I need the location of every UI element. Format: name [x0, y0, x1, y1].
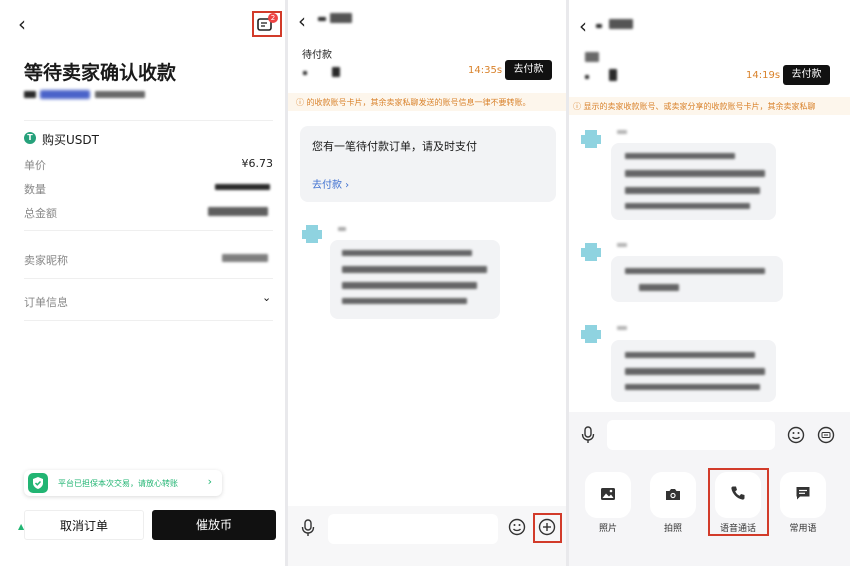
message-bubble — [330, 240, 500, 319]
urge-release-button[interactable]: 催放币 — [152, 510, 276, 540]
coin-label: 购买USDT — [42, 133, 99, 147]
message-input[interactable] — [328, 514, 498, 544]
cancel-order-button[interactable]: 取消订单 — [24, 510, 144, 540]
keyboard-icon[interactable] — [817, 426, 835, 448]
status-label: 待付款 — [302, 50, 332, 61]
order-info-label: 订单信息 — [24, 296, 68, 309]
warning-text: ⓘ 显示的卖家收款账号、或卖家分享的收款账号卡片，其余卖家私聊 — [573, 102, 816, 111]
pay-button[interactable]: 去付款 — [505, 60, 552, 80]
back-arrow-icon[interactable]: ‹ — [18, 14, 26, 34]
pay-button[interactable]: 去付款 — [783, 65, 830, 85]
shield-icon — [28, 473, 48, 493]
seller-avatar — [579, 322, 603, 346]
chat-panel-1: ‹ 待付款 14:35s 去付款 ⓘ 的收款账号卡片，其余卖家私聊发送的账号信息… — [288, 0, 566, 566]
total-label: 总金额 — [24, 207, 57, 220]
countdown-timer: 14:19s — [746, 70, 781, 81]
chat-panel-2: ‹ 14:19s 去付款 ⓘ 显示的卖家收款账号、或卖家分享的收款账号卡片，其余… — [569, 0, 850, 566]
unit-price-value: ¥6.73 — [241, 157, 274, 170]
voice-call-highlight — [708, 468, 769, 536]
seller-avatar — [300, 222, 324, 246]
chat-icon-highlight — [252, 11, 282, 37]
emoji-icon[interactable] — [508, 518, 526, 540]
seller-avatar — [579, 127, 603, 151]
order-status-panel: ‹ 2 等待卖家确认收款 T 购买USDT 单价 ¥6.73 数量 总金额 卖家… — [0, 0, 285, 566]
warning-text: ⓘ 的收款账号卡片，其余卖家私聊发送的账号信息一律不要转账。 — [296, 98, 531, 107]
camera-icon — [665, 486, 681, 505]
message-icon — [795, 485, 811, 505]
unit-price-label: 单价 — [24, 159, 46, 172]
seller-label: 卖家昵称 — [24, 254, 68, 267]
chevron-down-icon[interactable]: ⌄ — [262, 291, 271, 304]
back-arrow-icon[interactable]: ‹ — [298, 11, 306, 31]
countdown-timer: 14:35s — [468, 65, 503, 76]
protection-text: 平台已担保本次交易，请放心转账 — [58, 479, 178, 488]
quantity-label: 数量 — [24, 183, 46, 196]
microphone-icon[interactable] — [581, 426, 595, 448]
card-pay-link[interactable]: 去付款 › — [312, 176, 349, 191]
seller-avatar — [579, 240, 603, 264]
usdt-icon: T — [24, 132, 36, 144]
image-icon — [600, 486, 616, 505]
message-input[interactable] — [607, 420, 775, 450]
photo-button[interactable] — [585, 472, 631, 518]
pending-order-card[interactable]: 您有一笔待付款订单，请及时支付 去付款 › — [300, 126, 556, 202]
back-arrow-icon[interactable]: ‹ — [579, 16, 587, 36]
protection-banner[interactable]: 平台已担保本次交易，请放心转账 › — [24, 470, 222, 496]
plus-highlight — [533, 513, 562, 543]
card-text: 您有一笔待付款订单，请及时支付 — [312, 140, 477, 153]
camera-button[interactable] — [650, 472, 696, 518]
microphone-icon[interactable] — [301, 519, 315, 541]
warning-bar: ⓘ 显示的卖家收款账号、或卖家分享的收款账号卡片，其余卖家私聊 — [569, 97, 850, 115]
page-title: 等待卖家确认收款 — [24, 62, 177, 84]
chevron-right-icon: › — [207, 475, 212, 488]
emoji-icon[interactable] — [787, 426, 805, 448]
camera-label: 拍照 — [663, 524, 682, 534]
warning-bar: ⓘ 的收款账号卡片，其余卖家私聊发送的账号信息一律不要转账。 — [288, 93, 566, 111]
quick-phrases-button[interactable] — [780, 472, 826, 518]
photo-label: 照片 — [598, 524, 617, 534]
message-bubble — [611, 256, 783, 302]
message-bubble — [611, 143, 776, 220]
message-bubble — [611, 340, 776, 402]
quick-phrases-label: 常用语 — [789, 524, 817, 534]
